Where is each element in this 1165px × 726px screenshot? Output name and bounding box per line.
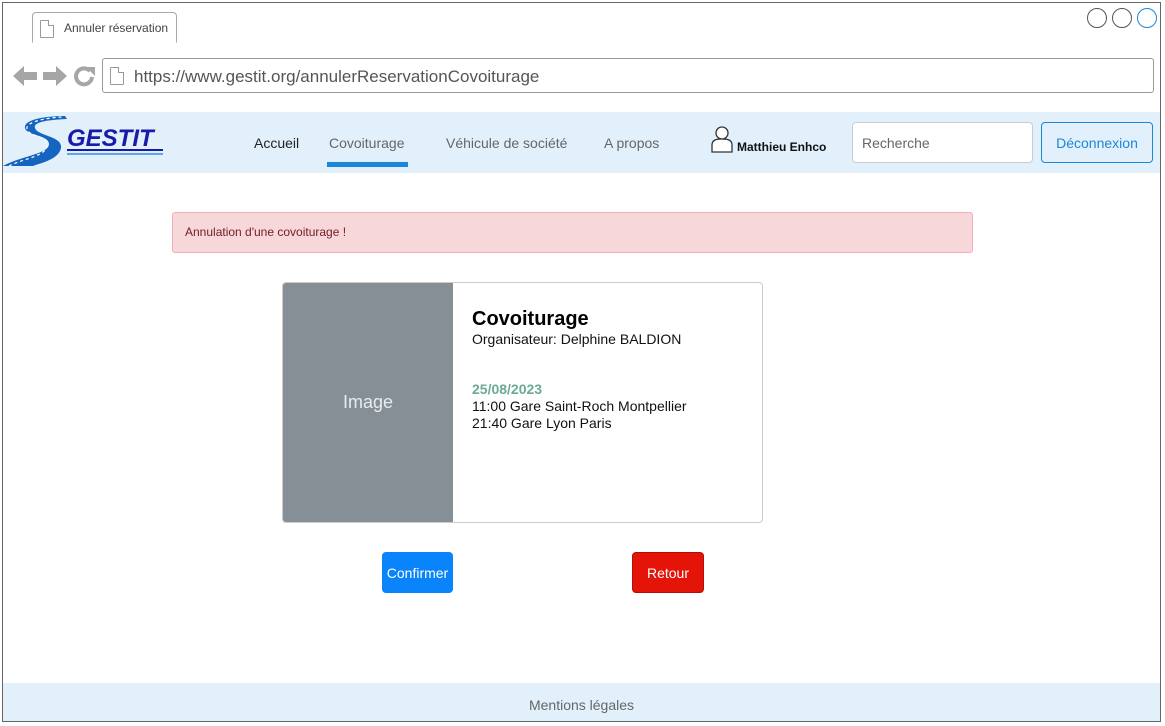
page-icon	[40, 20, 54, 38]
nav-link-vehicule-societe[interactable]: Véhicule de société	[446, 135, 567, 151]
nav-link-a-propos[interactable]: A propos	[604, 135, 659, 151]
browser-tab-title: Annuler réservation	[64, 21, 169, 35]
confirm-button[interactable]: Confirmer	[382, 552, 453, 593]
user-icon	[711, 126, 733, 153]
page-icon	[110, 67, 124, 85]
window-close-button[interactable]	[1137, 8, 1157, 28]
card-title: Covoiturage	[472, 308, 589, 330]
browser-tab[interactable]: Annuler réservation	[32, 12, 177, 43]
card-arrival: 21:40 Gare Lyon Paris	[472, 415, 612, 431]
card-image-placeholder: Image	[283, 283, 453, 522]
nav-link-accueil[interactable]: Accueil	[254, 135, 299, 151]
search-input[interactable]	[852, 122, 1033, 163]
window-maximize-button[interactable]	[1112, 8, 1132, 28]
active-nav-indicator	[327, 162, 408, 167]
cancellation-alert: Annulation d'une covoiturage !	[172, 212, 973, 253]
site-footer: Mentions légales	[3, 683, 1160, 721]
back-button[interactable]: Retour	[632, 552, 704, 593]
url-field[interactable]: https://www.gestit.org/annulerReservatio…	[102, 58, 1154, 93]
logo-text: GESTIT	[67, 125, 156, 152]
reload-icon[interactable]	[73, 65, 95, 87]
nav-link-covoiturage[interactable]: Covoiturage	[329, 135, 405, 151]
address-bar: https://www.gestit.org/annulerReservatio…	[3, 43, 1160, 113]
legal-notice-link[interactable]: Mentions légales	[3, 697, 1160, 713]
card-departure: 11:00 Gare Saint-Roch Montpellier	[472, 398, 687, 414]
card-date: 25/08/2023	[472, 381, 543, 397]
browser-tab-bar: Annuler réservation	[3, 3, 1160, 44]
logout-button[interactable]: Déconnexion	[1041, 122, 1153, 163]
card-organizer: Organisateur: Delphine BALDION	[472, 331, 682, 347]
gestit-logo[interactable]: GESTIT	[3, 116, 168, 168]
user-name: Matthieu Enhco	[737, 140, 827, 154]
forward-arrow-icon[interactable]	[43, 66, 67, 86]
url-text: https://www.gestit.org/annulerReservatio…	[134, 67, 540, 86]
browser-window: Annuler réservation https://www.gestit.o…	[2, 2, 1161, 722]
back-arrow-icon[interactable]	[13, 66, 37, 86]
alert-message: Annulation d'une covoiturage !	[185, 225, 347, 239]
carpool-card: Image Covoiturage Organisateur: Delphine…	[282, 282, 763, 523]
image-placeholder-label: Image	[342, 392, 394, 412]
site-navbar: GESTIT Accueil Covoiturage Véhicule de s…	[3, 112, 1160, 173]
window-minimize-button[interactable]	[1087, 8, 1107, 28]
